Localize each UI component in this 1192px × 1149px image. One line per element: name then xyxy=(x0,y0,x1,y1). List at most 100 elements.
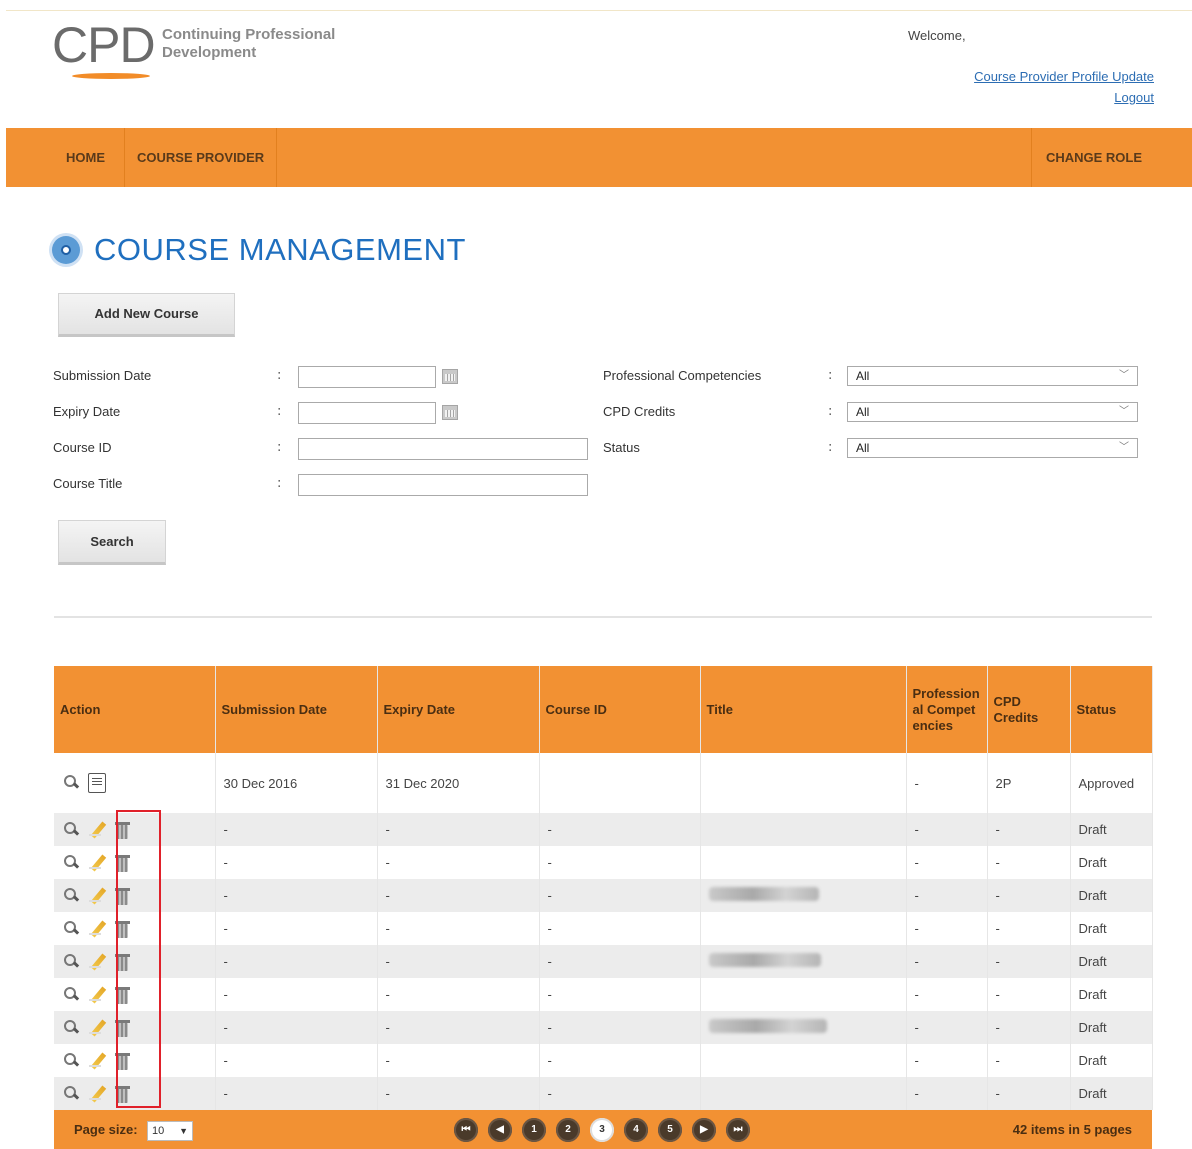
edit-icon[interactable] xyxy=(88,854,106,872)
edit-icon[interactable] xyxy=(88,887,106,905)
view-icon[interactable] xyxy=(62,953,80,971)
chevron-down-icon: ▼ xyxy=(179,1126,188,1136)
prof-comp-cell: - xyxy=(906,1044,988,1077)
colon: : xyxy=(277,440,282,455)
edit-icon[interactable] xyxy=(88,1052,106,1070)
view-icon[interactable] xyxy=(62,1052,80,1070)
view-icon[interactable] xyxy=(62,1085,80,1103)
page-1-button[interactable]: 1 xyxy=(522,1118,546,1142)
edit-icon[interactable] xyxy=(88,1085,106,1103)
calendar-icon[interactable] xyxy=(442,405,458,420)
status-cell: Draft xyxy=(1070,813,1153,846)
page-size-select[interactable]: 10 ▼ xyxy=(147,1121,193,1141)
divider xyxy=(54,616,1152,618)
delete-icon[interactable] xyxy=(114,953,132,971)
view-icon[interactable] xyxy=(62,854,80,872)
course-title-input[interactable] xyxy=(298,474,588,496)
view-icon[interactable] xyxy=(62,986,80,1004)
action-cell xyxy=(54,1044,216,1077)
col-cpd-credits[interactable]: CPD Credits xyxy=(987,666,1071,753)
prev-page-icon[interactable]: ◀ xyxy=(488,1118,512,1142)
col-course-id[interactable]: Course ID xyxy=(539,666,701,753)
expiry-date-cell: - xyxy=(377,1077,540,1110)
add-new-course-button[interactable]: Add New Course xyxy=(58,293,235,337)
col-expiry-date[interactable]: Expiry Date xyxy=(377,666,540,753)
nav-change-role[interactable]: CHANGE ROLE xyxy=(1030,128,1192,187)
view-icon[interactable] xyxy=(62,774,80,792)
submission-date-cell: - xyxy=(215,1011,378,1044)
delete-icon[interactable] xyxy=(114,1019,132,1037)
redacted-title xyxy=(708,887,819,901)
table-row: - - - - - Draft xyxy=(54,1011,1153,1044)
col-action[interactable]: Action xyxy=(54,666,216,753)
submission-date-cell: - xyxy=(215,1077,378,1110)
select-value: All xyxy=(856,369,870,383)
status-cell: Approved xyxy=(1070,753,1153,813)
expiry-date-input[interactable] xyxy=(298,402,436,424)
delete-icon[interactable] xyxy=(114,1085,132,1103)
cpd-logo: CPD Continuing Professional Development xyxy=(52,18,335,79)
edit-icon[interactable] xyxy=(88,986,106,1004)
prof-comp-cell: - xyxy=(906,879,988,912)
cpd-credits-select[interactable]: All ﹀ xyxy=(847,402,1138,422)
edit-icon[interactable] xyxy=(88,1019,106,1037)
header: CPD Continuing Professional Development … xyxy=(0,0,1192,128)
edit-icon[interactable] xyxy=(88,920,106,938)
edit-icon[interactable] xyxy=(88,953,106,971)
status-cell: Draft xyxy=(1070,978,1153,1011)
cpd-credits-cell: - xyxy=(987,1077,1071,1110)
delete-icon[interactable] xyxy=(114,854,132,872)
submission-date-cell: - xyxy=(215,813,378,846)
cpd-credits-cell: - xyxy=(987,879,1071,912)
page-2-button[interactable]: 2 xyxy=(556,1118,580,1142)
course-id-cell: - xyxy=(539,1011,701,1044)
delete-icon[interactable] xyxy=(114,821,132,839)
course-id-cell: - xyxy=(539,978,701,1011)
page-5-button[interactable]: 5 xyxy=(658,1118,682,1142)
edit-icon[interactable] xyxy=(88,821,106,839)
title-cell xyxy=(700,753,907,813)
prof-competencies-select[interactable]: All ﹀ xyxy=(847,366,1138,386)
delete-icon[interactable] xyxy=(114,1052,132,1070)
col-title[interactable]: Title xyxy=(700,666,907,753)
page-size-label: Page size: xyxy=(74,1122,138,1137)
status-cell: Draft xyxy=(1070,879,1153,912)
calendar-icon[interactable] xyxy=(442,369,458,384)
delete-icon[interactable] xyxy=(114,986,132,1004)
next-page-icon[interactable]: ▶ xyxy=(692,1118,716,1142)
details-list-icon[interactable] xyxy=(88,773,106,793)
last-page-icon[interactable]: ⏭ xyxy=(726,1118,750,1142)
action-cell xyxy=(54,1077,216,1110)
col-submission-date[interactable]: Submission Date xyxy=(215,666,378,753)
status-select[interactable]: All ﹀ xyxy=(847,438,1138,458)
nav-home[interactable]: HOME xyxy=(66,128,105,187)
delete-icon[interactable] xyxy=(114,920,132,938)
profile-update-link[interactable]: Course Provider Profile Update xyxy=(974,69,1154,84)
view-icon[interactable] xyxy=(62,920,80,938)
submission-date-cell: - xyxy=(215,978,378,1011)
course-id-cell: - xyxy=(539,846,701,879)
select-value: All xyxy=(856,405,870,419)
delete-icon[interactable] xyxy=(114,887,132,905)
search-button[interactable]: Search xyxy=(58,520,166,565)
prof-comp-cell: - xyxy=(906,753,988,813)
col-prof-competencies[interactable]: Professional Competencies xyxy=(906,666,988,753)
submission-date-input[interactable] xyxy=(298,366,436,388)
nav-course-provider[interactable]: COURSE PROVIDER xyxy=(124,128,278,187)
col-status[interactable]: Status xyxy=(1070,666,1153,753)
prof-comp-cell: - xyxy=(906,945,988,978)
select-value: All xyxy=(856,441,870,455)
view-icon[interactable] xyxy=(62,821,80,839)
view-icon[interactable] xyxy=(62,1019,80,1037)
expiry-date-cell: 31 Dec 2020 xyxy=(377,753,540,813)
first-page-icon[interactable]: ⏮ xyxy=(454,1118,478,1142)
cpd-credits-label: CPD Credits xyxy=(603,404,676,419)
page-3-button[interactable]: 3 xyxy=(590,1118,614,1142)
table-row: - - - - - Draft xyxy=(54,1044,1153,1077)
logout-link[interactable]: Logout xyxy=(1114,90,1154,105)
page-4-button[interactable]: 4 xyxy=(624,1118,648,1142)
course-id-input[interactable] xyxy=(298,438,588,460)
cpd-credits-cell: 2P xyxy=(987,753,1071,813)
view-icon[interactable] xyxy=(62,887,80,905)
action-cell xyxy=(54,912,216,945)
